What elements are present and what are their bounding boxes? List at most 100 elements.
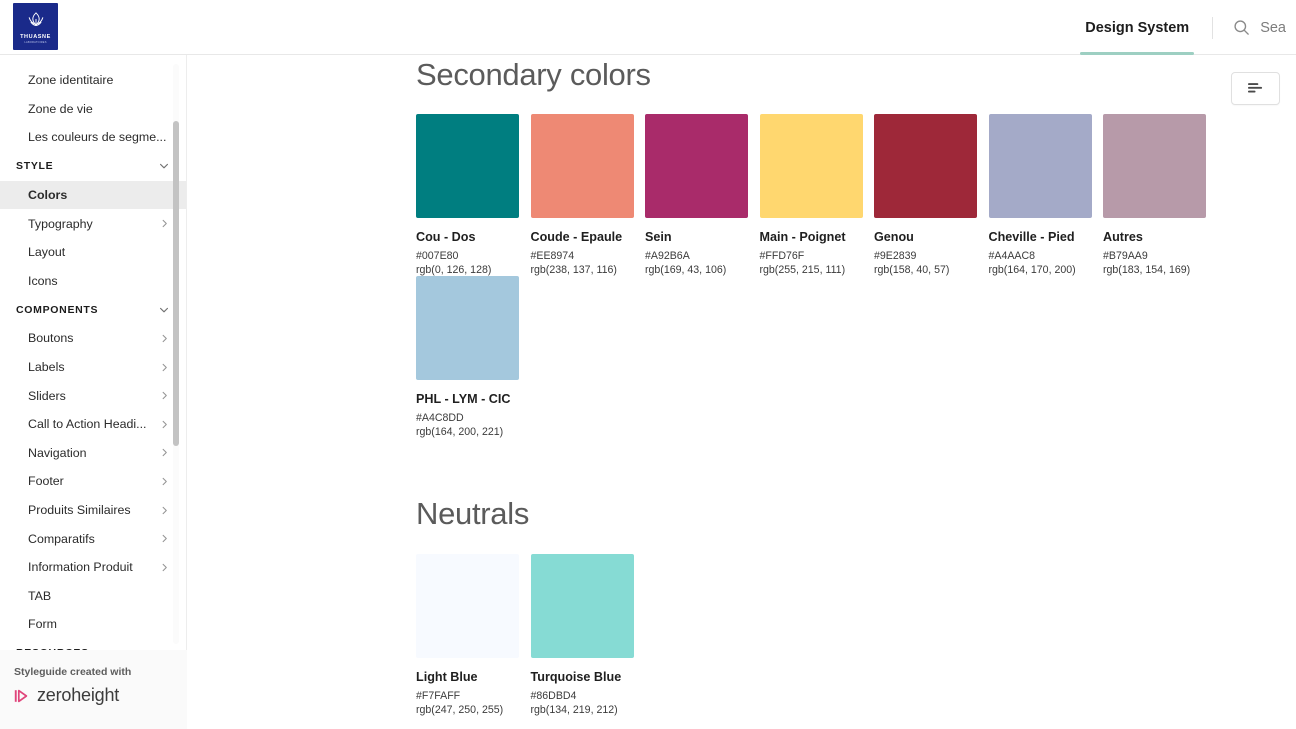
color-swatch-phl-lym-cic[interactable]: PHL - LYM - CIC #A4C8DD rgb(164, 200, 221): [416, 276, 531, 438]
swatch-color-chip[interactable]: [1103, 114, 1206, 218]
swatch-color-chip[interactable]: [530, 114, 634, 218]
zeroheight-brand[interactable]: zeroheight: [14, 685, 187, 706]
swatch-color-chip[interactable]: [530, 554, 634, 658]
sidebar-item-zone-de-vie[interactable]: Zone de vie: [0, 95, 186, 124]
sidebar-item-labels[interactable]: Labels: [0, 353, 186, 382]
chevron-right-icon: [162, 477, 167, 486]
sidebar-item-label: Zone identitaire: [28, 73, 114, 88]
swatch-rgb-value: rgb(238, 137, 116): [530, 264, 617, 276]
swatch-name: Coude - Epaule: [530, 230, 623, 244]
sidebar-item-tab[interactable]: TAB: [0, 582, 186, 611]
brand-logo[interactable]: THUASNE LABORATOIRES: [13, 3, 58, 50]
sidebar-item-boutons[interactable]: Boutons: [0, 324, 186, 353]
color-swatch-main-poignet[interactable]: Main - Poignet #FFD76F rgb(255, 215, 111): [759, 114, 875, 276]
page-title: Secondary colors: [416, 57, 651, 92]
thuasne-leaf-icon: [28, 11, 43, 26]
logo-subtitle: LABORATOIRES: [24, 40, 47, 44]
swatch-rgb-value: rgb(164, 170, 200): [988, 264, 1076, 276]
color-swatch-coude-epaule[interactable]: Coude - Epaule #EE8974 rgb(238, 137, 116): [530, 114, 646, 276]
swatch-color-chip[interactable]: [874, 114, 977, 218]
sidebar-item-label: Comparatifs: [28, 531, 95, 546]
sidebar-item-label: Layout: [28, 245, 66, 260]
sidebar-item-icons[interactable]: Icons: [0, 267, 186, 296]
sidebar-item-form[interactable]: Form: [0, 610, 186, 639]
swatch-color-chip[interactable]: [416, 554, 519, 658]
swatch-name: Main - Poignet: [759, 230, 846, 244]
section-header-neutrals: Neutrals: [187, 496, 1296, 532]
sidebar-item-label: Colors: [28, 188, 68, 203]
swatch-color-chip[interactable]: [645, 114, 748, 218]
sidebar-item-label: Navigation: [28, 445, 87, 460]
sidebar-item-label: Call to Action Headi...: [28, 417, 147, 432]
sidebar-item-call-to-action-headi[interactable]: Call to Action Headi...: [0, 410, 186, 439]
sidebar-item-typography[interactable]: Typography: [0, 209, 186, 238]
color-swatch-autres[interactable]: Autres #B79AA9 rgb(183, 154, 169): [1103, 114, 1218, 276]
sidebar-section-style[interactable]: STYLE: [0, 152, 186, 181]
swatch-rgb-value: rgb(247, 250, 255): [416, 704, 504, 716]
swatch-rgb-value: rgb(169, 43, 106): [645, 264, 727, 276]
sidebar-item-label: Labels: [28, 360, 65, 375]
section-title-neutrals: Neutrals: [416, 496, 530, 531]
swatch-hex-value: #9E2839: [874, 250, 917, 262]
color-swatch-light-blue[interactable]: Light Blue #F7FAFF rgb(247, 250, 255): [416, 554, 531, 716]
swatch-rgb-value: rgb(164, 200, 221): [416, 426, 504, 438]
sidebar: Zone identitaire Zone de vie Les couleurs …: [0, 55, 187, 729]
sidebar-item-label: Zone de vie: [28, 101, 93, 116]
color-swatch-turquoise-blue[interactable]: Turquoise Blue #86DBD4 rgb(134, 219, 212): [530, 554, 646, 716]
swatch-hex-value: #86DBD4: [530, 690, 577, 702]
swatch-name: Autres: [1103, 230, 1143, 244]
chevron-right-icon: [162, 563, 167, 571]
color-swatch-cou-dos[interactable]: Cou - Dos #007E80 rgb(0, 126, 128): [416, 114, 531, 276]
chevron-right-icon: [162, 391, 167, 400]
swatch-rgb-value: rgb(255, 215, 111): [759, 264, 846, 276]
chevron-right-icon: [162, 219, 167, 228]
swatch-rgb-value: rgb(134, 219, 212): [530, 704, 618, 716]
sidebar-scrollbar-thumb[interactable]: [172, 121, 179, 446]
tab-design-system[interactable]: Design System: [1071, 0, 1203, 55]
sidebar-item-comparatifs[interactable]: Comparatifs: [0, 524, 186, 553]
color-swatch-genou[interactable]: Genou #9E2839 rgb(158, 40, 57): [874, 114, 989, 276]
sidebar-item-zone-identitaire[interactable]: Zone identitaire: [0, 66, 186, 95]
swatch-color-chip[interactable]: [416, 114, 519, 218]
sidebar-item-label: Form: [28, 617, 57, 632]
sidebar-item-les-couleurs-de-segme[interactable]: Les couleurs de segme...: [0, 123, 186, 152]
sidebar-item-navigation[interactable]: Navigation: [0, 439, 186, 468]
swatch-color-chip[interactable]: [759, 114, 863, 218]
sidebar-item-footer[interactable]: Footer: [0, 467, 186, 496]
sidebar-item-produits-similaires[interactable]: Produits Similaires: [0, 496, 186, 525]
swatch-rgb-value: rgb(183, 154, 169): [1103, 264, 1191, 276]
color-swatch-sein[interactable]: Sein #A92B6A rgb(169, 43, 106): [645, 114, 760, 276]
chevron-right-icon: [162, 506, 167, 514]
chevron-down-icon: [159, 164, 169, 169]
swatch-rgb-value: rgb(158, 40, 57): [874, 264, 950, 276]
swatch-color-chip[interactable]: [416, 276, 519, 380]
color-swatch-cheville-pied[interactable]: Cheville - Pied #A4AAC8 rgb(164, 170, 200): [988, 114, 1104, 276]
chevron-right-icon: [162, 449, 167, 457]
chevron-down-icon: [159, 307, 169, 313]
swatch-name: PHL - LYM - CIC: [416, 392, 511, 406]
zeroheight-logo-icon: [14, 689, 28, 702]
sidebar-item-information-produit[interactable]: Information Produit: [0, 553, 186, 582]
sidebar-item-label: Boutons: [28, 331, 74, 346]
swatch-color-chip[interactable]: [988, 114, 1092, 218]
swatch-hex-value: #A92B6A: [645, 250, 690, 262]
sidebar-item-sliders[interactable]: Sliders: [0, 381, 186, 410]
sidebar-scroll-area: Zone identitaire Zone de vie Les couleurs …: [0, 55, 187, 650]
swatch-rgb-value: rgb(0, 126, 128): [416, 264, 492, 276]
swatch-hex-value: #007E80: [416, 250, 459, 262]
search-icon: [1234, 20, 1250, 35]
search-box[interactable]: Sea: [1222, 0, 1296, 55]
swatch-name: Sein: [645, 230, 672, 244]
swatch-hex-value: #FFD76F: [759, 250, 805, 262]
sidebar-section-resources[interactable]: RESOURCES: [0, 639, 186, 650]
sidebar-item-layout[interactable]: Layout: [0, 238, 186, 267]
search-placeholder-text: Sea: [1260, 19, 1286, 36]
sidebar-section-components[interactable]: COMPONENTS: [0, 295, 186, 324]
view-options-button[interactable]: [1231, 72, 1280, 105]
chevron-right-icon: [162, 334, 167, 343]
tab-design-system-label: Design System: [1085, 19, 1190, 36]
sidebar-item-label: Les couleurs de segme...: [28, 130, 167, 145]
sidebar-item-label: Icons: [28, 273, 58, 288]
swatch-hex-value: #B79AA9: [1103, 250, 1148, 262]
sidebar-item-colors[interactable]: Colors: [0, 180, 186, 210]
